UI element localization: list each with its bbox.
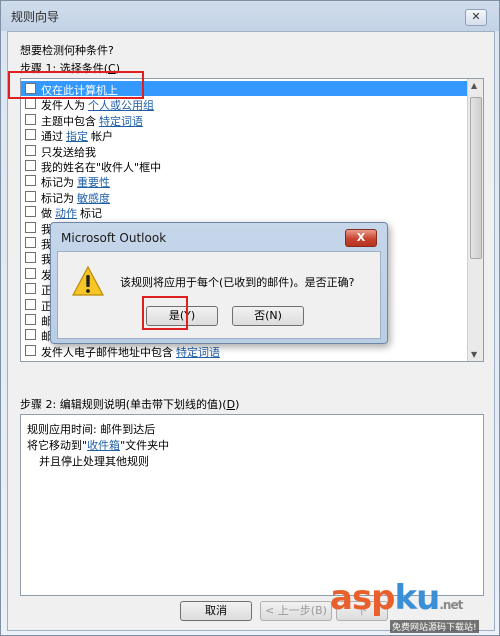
condition-checkbox[interactable] (25, 329, 36, 341)
condition-label-suffix: 帐户 (91, 130, 113, 144)
condition-label: 发件人为 (41, 99, 85, 113)
condition-label: 标记为 (41, 191, 74, 205)
desc-line-1: 规则应用时间: 邮件到达后 (27, 423, 156, 436)
condition-row[interactable]: 我的姓名在"收件人"框中 (21, 158, 467, 174)
conditions-scrollbar[interactable]: ▲ ▼ (467, 79, 483, 361)
condition-row[interactable]: 主题中包含 特定词语 (21, 112, 467, 128)
condition-checkbox[interactable] (25, 190, 36, 202)
condition-checkbox[interactable] (25, 344, 36, 356)
outlook-confirm-dialog: Microsoft Outlook X 该规则将应用于每个(已收到的邮件)。是否… (50, 222, 388, 344)
desc-line-3: 并且停止处理其他规则 (39, 455, 149, 468)
watermark-logo: aspku.net (330, 578, 463, 618)
condition-checkbox[interactable] (25, 314, 36, 325)
condition-row[interactable]: 标记为 敏感度 (21, 189, 467, 205)
condition-checkbox[interactable] (25, 283, 36, 295)
condition-row[interactable]: 通过 指定 帐户 (21, 127, 467, 144)
question-label: 想要检测何种条件? (20, 44, 114, 57)
condition-row[interactable]: 只发送给我 (21, 143, 467, 159)
scroll-thumb[interactable] (470, 97, 482, 259)
condition-label: 做 (41, 207, 52, 221)
rule-description-box: 规则应用时间: 邮件到达后 将它移动到"收件箱"文件夹中 并且停止处理其他规则 (20, 414, 484, 596)
dialog-body: 该规则将应用于每个(已收到的邮件)。是否正确? 是(Y) 否(N) (57, 251, 381, 339)
cancel-button[interactable]: 取消 (180, 601, 252, 621)
condition-label: 标记为 (41, 176, 74, 190)
scroll-up-icon[interactable]: ▲ (471, 81, 477, 90)
condition-checkbox[interactable] (25, 298, 36, 310)
condition-checkbox[interactable] (25, 252, 36, 264)
warning-icon (72, 266, 104, 296)
condition-link[interactable]: 动作 (55, 207, 77, 220)
condition-label-suffix: 标记 (80, 207, 102, 221)
condition-checkbox[interactable] (25, 98, 36, 110)
window-title: 规则向导 (11, 10, 60, 24)
condition-checkbox[interactable] (25, 221, 36, 233)
dialog-message: 该规则将应用于每个(已收到的邮件)。是否正确? (120, 276, 355, 289)
condition-checkbox[interactable] (25, 113, 36, 125)
condition-row[interactable]: 标记为 重要性 (21, 173, 467, 190)
watermark-caption: 免费网站源码下载站! (390, 620, 479, 633)
condition-checkbox[interactable] (25, 206, 36, 218)
condition-link[interactable]: 特定词语 (176, 346, 220, 359)
folder-link[interactable]: 收件箱 (87, 439, 120, 452)
highlight-box-yes (142, 296, 188, 330)
condition-link[interactable]: 重要性 (77, 176, 110, 189)
dialog-close-button[interactable]: X (345, 229, 377, 247)
condition-checkbox[interactable] (25, 129, 36, 141)
condition-checkbox[interactable] (25, 267, 36, 279)
condition-row[interactable]: 做动作 标记 (21, 204, 467, 221)
condition-label: 主题中包含 (41, 114, 96, 128)
window-titlebar: 规则向导 ✕ (1, 1, 499, 29)
step2-label: 步骤 2: 编辑规则说明(单击带下划线的值)(D) (20, 398, 240, 411)
condition-checkbox[interactable] (25, 160, 36, 171)
window-close-button[interactable]: ✕ (465, 9, 487, 26)
condition-row[interactable]: 发件人电子邮件地址中包含 特定词语 (21, 343, 467, 360)
condition-label: 发件人电子邮件地址中包含 (41, 345, 173, 359)
desc-line-2: 将它移动到"收件箱"文件夹中 (27, 439, 170, 452)
condition-link[interactable]: 敏感度 (77, 192, 110, 205)
condition-link[interactable]: 指定 (66, 130, 88, 143)
dialog-title: Microsoft Outlook (61, 231, 167, 245)
condition-label-group: 发件人电子邮件地址中包含 特定词语 (41, 344, 220, 360)
condition-label: 通过 (41, 130, 63, 144)
condition-checkbox[interactable] (25, 237, 36, 248)
condition-checkbox[interactable] (25, 144, 36, 156)
highlight-box-condition (8, 71, 144, 99)
no-button[interactable]: 否(N) (232, 306, 304, 326)
condition-link[interactable]: 个人或公用组 (88, 99, 154, 112)
condition-checkbox[interactable] (25, 175, 36, 187)
back-button[interactable]: < 上一步(B) (260, 601, 332, 621)
condition-link[interactable]: 特定词语 (99, 115, 143, 128)
scroll-down-icon[interactable]: ▼ (471, 350, 477, 359)
